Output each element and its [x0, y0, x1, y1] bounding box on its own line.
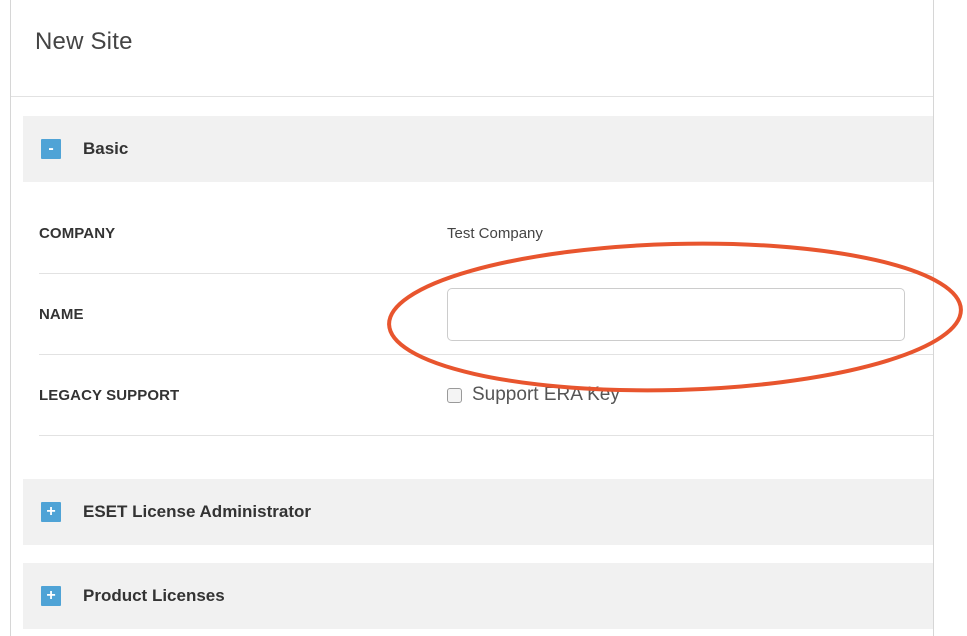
section-eset-license-admin-label: ESET License Administrator [83, 502, 311, 521]
support-era-key-checkbox[interactable] [447, 387, 462, 403]
name-row: NAME [39, 274, 933, 355]
collapse-icon[interactable]: - [41, 139, 61, 159]
title-divider [11, 96, 933, 97]
company-value: Test Company [447, 224, 543, 242]
new-site-panel: New Site - Basic COMPANY Test Company NA… [10, 0, 934, 636]
legacy-support-label: LEGACY SUPPORT [39, 386, 180, 404]
expand-icon[interactable]: + [41, 502, 61, 522]
section-product-licenses-header[interactable]: + Product Licenses [23, 563, 933, 629]
name-label: NAME [39, 305, 84, 323]
page-title: New Site [35, 28, 133, 55]
expand-icon[interactable]: + [41, 586, 61, 606]
section-basic-label: Basic [83, 139, 129, 158]
section-eset-license-admin-header[interactable]: + ESET License Administrator [23, 479, 933, 545]
company-label: COMPANY [39, 224, 116, 242]
section-basic-header[interactable]: - Basic [23, 116, 933, 182]
support-era-key-option[interactable]: Support ERA Key [447, 384, 620, 406]
support-era-key-label: Support ERA Key [472, 384, 620, 405]
legacy-support-row: LEGACY SUPPORT Support ERA Key [39, 355, 933, 436]
section-product-licenses-label: Product Licenses [83, 586, 225, 605]
name-input[interactable] [447, 287, 905, 341]
company-row: COMPANY Test Company [39, 193, 933, 274]
